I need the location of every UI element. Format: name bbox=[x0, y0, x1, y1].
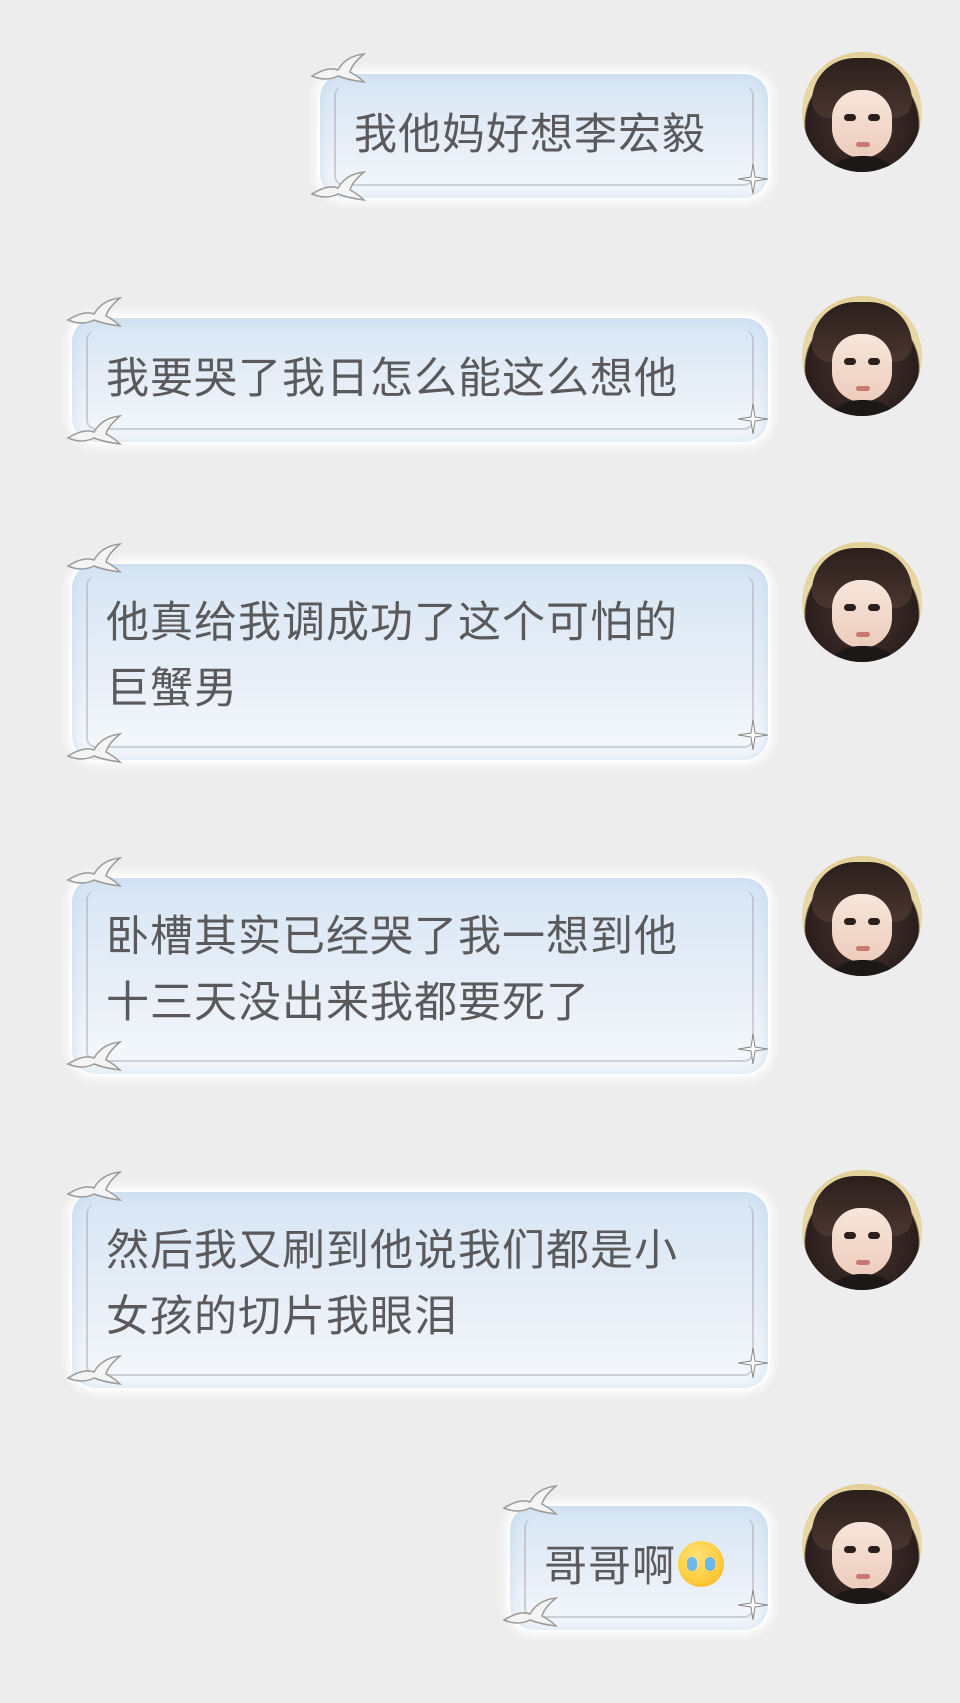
sparkle-icon bbox=[738, 1590, 768, 1620]
crying-face-emoji bbox=[678, 1541, 724, 1587]
dove-icon bbox=[502, 1485, 558, 1516]
dove-icon bbox=[66, 297, 122, 328]
message-text: 我他妈好想李宏毅 bbox=[354, 110, 706, 160]
dove-icon bbox=[502, 1597, 558, 1628]
message-text: 我要哭了我日怎么能这么想他 bbox=[106, 354, 678, 404]
message-text: 他真给我调成功了这个可怕的 巨蟹男 bbox=[106, 598, 678, 714]
message-text: 哥哥啊 bbox=[544, 1534, 734, 1600]
message-text: 卧槽其实已经哭了我一想到他 十三天没出来我都要死了 bbox=[106, 912, 678, 1028]
message-bubble[interactable]: 我他妈好想李宏毅 bbox=[318, 72, 770, 200]
avatar[interactable] bbox=[802, 542, 922, 662]
dove-icon bbox=[66, 543, 122, 574]
sparkle-icon bbox=[738, 404, 768, 434]
dove-icon bbox=[66, 415, 122, 446]
dove-icon bbox=[310, 171, 366, 202]
dove-icon bbox=[66, 1041, 122, 1072]
dove-icon bbox=[66, 733, 122, 764]
avatar[interactable] bbox=[802, 1484, 922, 1604]
avatar[interactable] bbox=[802, 52, 922, 172]
message-bubble[interactable]: 然后我又刷到他说我们都是小 女孩的切片我眼泪 bbox=[70, 1190, 770, 1390]
sparkle-icon bbox=[738, 164, 768, 194]
message-bubble[interactable]: 卧槽其实已经哭了我一想到他 十三天没出来我都要死了 bbox=[70, 876, 770, 1076]
avatar[interactable] bbox=[802, 856, 922, 976]
dove-icon bbox=[310, 53, 366, 84]
avatar[interactable] bbox=[802, 1170, 922, 1290]
sparkle-icon bbox=[738, 1348, 768, 1378]
avatar[interactable] bbox=[802, 296, 922, 416]
sparkle-icon bbox=[738, 1034, 768, 1064]
dove-icon bbox=[66, 857, 122, 888]
dove-icon bbox=[66, 1355, 122, 1386]
message-bubble[interactable]: 我要哭了我日怎么能这么想他 bbox=[70, 316, 770, 444]
message-bubble[interactable]: 他真给我调成功了这个可怕的 巨蟹男 bbox=[70, 562, 770, 762]
message-text: 然后我又刷到他说我们都是小 女孩的切片我眼泪 bbox=[106, 1226, 678, 1342]
message-text-content: 哥哥啊 bbox=[544, 1542, 676, 1592]
dove-icon bbox=[66, 1171, 122, 1202]
chat-area: 我他妈好想李宏毅 我要哭了我日怎么能这么想他 他真给我调成功了这个可怕的 巨蟹男 bbox=[0, 0, 960, 1703]
sparkle-icon bbox=[738, 720, 768, 750]
